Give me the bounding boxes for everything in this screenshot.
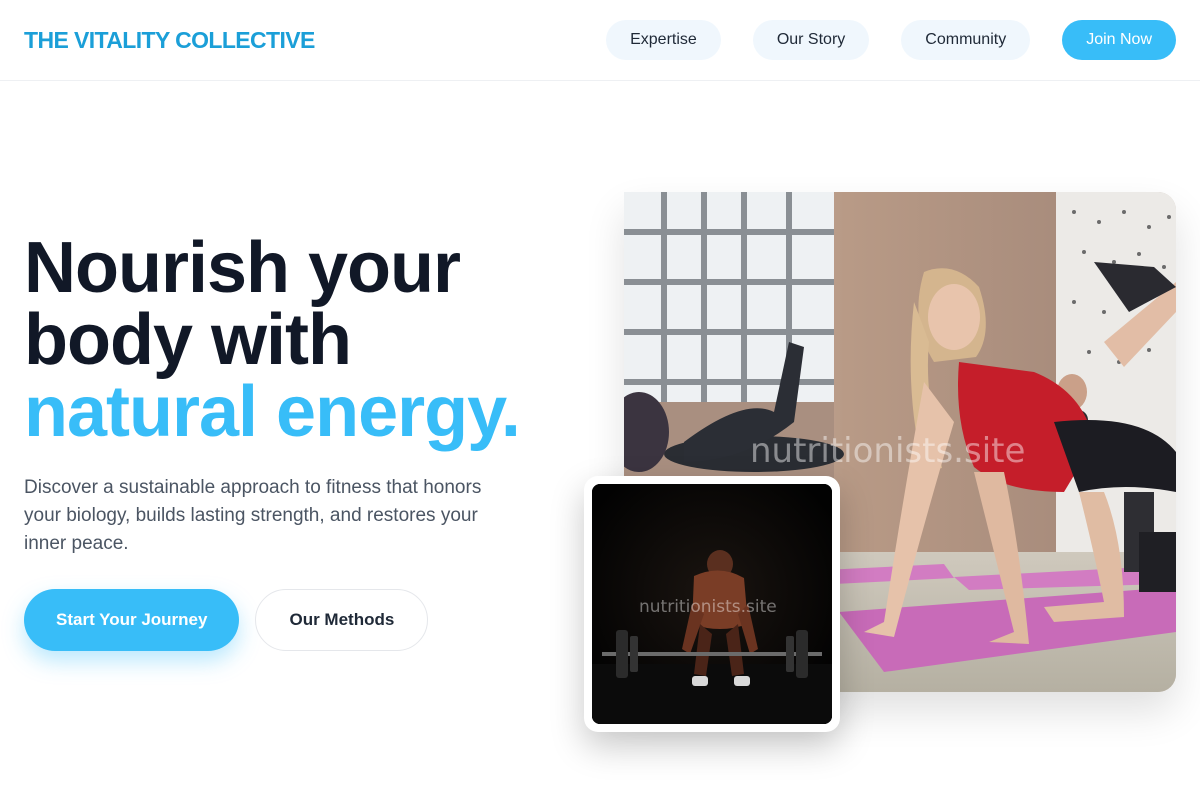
inset-image-card: nutritionists.site xyxy=(584,476,840,732)
deadlift-illustration: nutritionists.site xyxy=(592,484,832,724)
nav-link-community[interactable]: Community xyxy=(901,20,1031,60)
start-journey-button[interactable]: Start Your Journey xyxy=(24,589,240,651)
inset-hero-image: nutritionists.site xyxy=(592,484,832,724)
hero-headline: Nourish your body with natural energy. xyxy=(24,232,584,448)
main-nav: Expertise Our Story Community Join Now xyxy=(606,20,1176,60)
nav-link-expertise[interactable]: Expertise xyxy=(606,20,721,60)
headline-line-1: Nourish your xyxy=(24,228,461,308)
brand-logo[interactable]: THE VITALITY COLLECTIVE xyxy=(24,27,315,54)
headline-line-2: body with xyxy=(24,300,352,380)
main-photo-watermark: nutritionists.site xyxy=(750,431,1025,471)
hero-copy: Nourish your body with natural energy. D… xyxy=(24,232,584,558)
hero-subtext: Discover a sustainable approach to fitne… xyxy=(24,477,482,554)
headline-accent: natural energy. xyxy=(24,372,521,452)
site-header: THE VITALITY COLLECTIVE Expertise Our St… xyxy=(0,0,1200,81)
our-methods-button[interactable]: Our Methods xyxy=(255,589,429,651)
hero-actions: Start Your Journey Our Methods xyxy=(24,589,429,651)
join-now-button[interactable]: Join Now xyxy=(1062,20,1176,60)
nav-link-our-story[interactable]: Our Story xyxy=(752,20,870,60)
inset-photo-watermark: nutritionists.site xyxy=(639,597,777,617)
